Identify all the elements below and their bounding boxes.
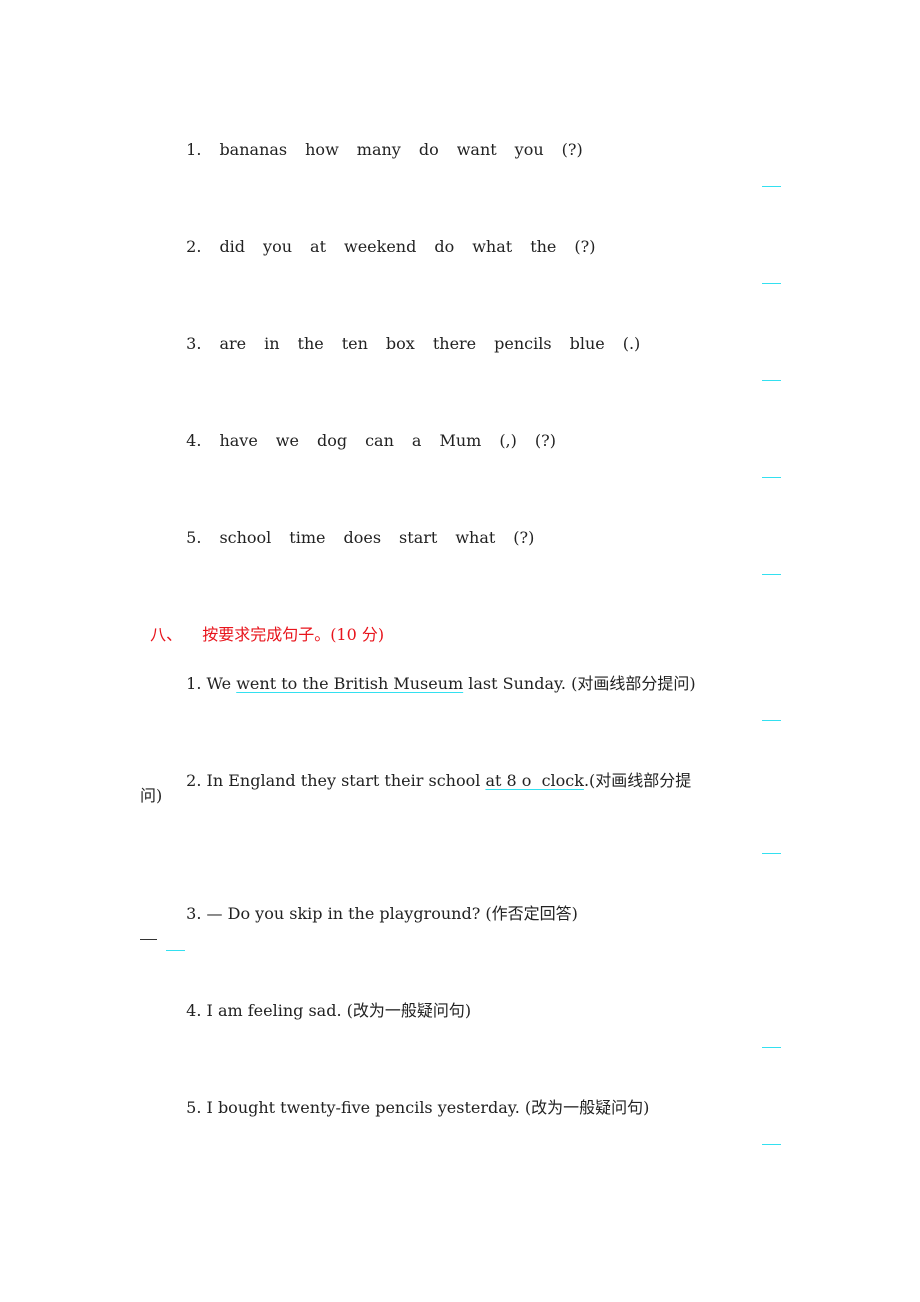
transform-item-2-wrap: 问) [140,786,163,805]
transform-item-1: 1. We went to the British Museum last Su… [186,674,696,693]
answer-blank[interactable] [762,1047,781,1048]
item-number: 4. [186,431,202,450]
item-number: 3. [186,334,202,353]
answer-blank[interactable] [762,1144,781,1145]
section-heading: 八、 按要求完成句子。(10 分) [140,605,384,645]
section-number: 八、 [150,625,183,644]
underlined-phrase: at 8 o clock [485,771,584,790]
answer-blank[interactable] [166,950,185,951]
answer-blank[interactable] [762,283,781,284]
transform-item-2: 2. In England they start their school at… [186,771,692,790]
reorder-item-4: 4. have we dog can a Mum (,) (?) [186,431,556,450]
item-number: 1. [186,140,202,159]
answer-blank[interactable] [762,853,781,854]
reorder-item-5: 5. school time does start what (?) [186,528,535,547]
transform-item-5: 5. I bought twenty-five pencils yesterda… [186,1098,650,1117]
reorder-item-1: 1. bananas how many do want you (?) [186,140,583,159]
answer-blank[interactable] [762,720,781,721]
transform-item-4: 4. I am feeling sad. (改为一般疑问句) [186,1001,472,1020]
section-title: 按要求完成句子。(10 分) [202,625,385,644]
item-number: 5. [186,528,202,547]
item-number: 2. [186,237,202,256]
answer-dash [140,939,157,940]
reorder-item-2: 2. did you at weekend do what the (?) [186,237,596,256]
underlined-phrase: went to the British Museum [236,674,464,693]
reorder-item-3: 3. are in the ten box there pencils blue (.) [186,334,641,353]
answer-blank[interactable] [762,477,781,478]
transform-item-3: 3. — Do you skip in the playground? (作否定… [186,904,578,923]
answer-blank[interactable] [762,380,781,381]
answer-blank[interactable] [762,186,781,187]
answer-blank[interactable] [762,574,781,575]
